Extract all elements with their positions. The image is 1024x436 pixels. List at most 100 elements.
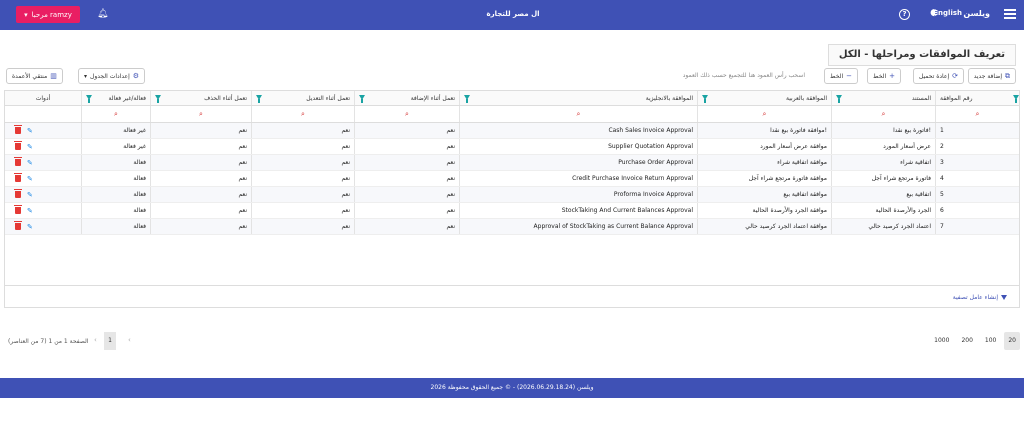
delete-icon[interactable] (14, 221, 22, 230)
row-tools: ✎ (5, 155, 81, 170)
row-tools: ✎ (5, 123, 81, 138)
line-minus-button[interactable]: الخط − (824, 68, 858, 84)
edit-icon[interactable]: ✎ (27, 171, 33, 186)
next-page-icon[interactable]: ‹ (128, 336, 131, 344)
search-icon[interactable]: ⌕ (935, 106, 1019, 122)
row-tools: ✎ (5, 203, 81, 218)
reload-button[interactable]: إعادة تحميل ⟳ (912, 68, 964, 84)
edit-icon[interactable]: ✎ (27, 155, 33, 170)
cell-doc: فاتورة بيع نقدا! (831, 123, 935, 138)
search-icon[interactable]: ⌕ (697, 106, 831, 122)
filter-icon[interactable] (256, 95, 262, 103)
table-row[interactable]: 1 فاتورة بيع نقدا! موافقة فاتورة بيع نقدا!… (5, 123, 1019, 139)
line-plus-button[interactable]: الخط + (867, 68, 901, 84)
header-num[interactable]: رقم الموافقة (935, 91, 1019, 105)
edit-icon[interactable]: ✎ (27, 203, 33, 218)
edit-icon[interactable]: ✎ (27, 139, 33, 154)
cell-add: نعم (354, 155, 459, 170)
header-add[interactable]: تعمل أثناء الإضافة (354, 91, 459, 105)
edit-icon[interactable]: ✎ (27, 123, 33, 138)
tools-filter-cell (5, 106, 81, 122)
table-row[interactable]: 2 عرض أسعار المورد موافقة عرض أسعار المورد… (5, 139, 1019, 155)
cell-ar: موافقة اتفاقية بيع (697, 187, 831, 202)
table-row[interactable]: 3 اتفاقية شراء موافقة اتفاقية شراء Purchase… (5, 155, 1019, 171)
table-row[interactable]: 4 فاتورة مرتجع شراء آجل موافقة فاتورة مرتج… (5, 171, 1019, 187)
delete-icon[interactable] (14, 141, 22, 150)
group-panel-hint: اسحب رأس العمود هنا للتجميع حسب ذلك العم… (682, 72, 805, 79)
cell-num: 4 (935, 171, 1019, 186)
search-icon[interactable]: ⌕ (354, 106, 459, 122)
cell-active: فعالة (81, 171, 150, 186)
filter-icon[interactable] (702, 95, 708, 103)
palette-icon[interactable]: ◐ (930, 8, 938, 18)
cell-en: Supplier Quotation Approval (459, 139, 697, 154)
chevron-down-icon: ▾ (24, 10, 28, 19)
search-icon[interactable]: ⌕ (251, 106, 354, 122)
filter-icon[interactable] (359, 95, 365, 103)
header-del[interactable]: تعمل أثناء الحذف (150, 91, 251, 105)
column-chooser-button[interactable]: منتقي الأعمدة ▥ (6, 68, 63, 84)
page-size-option[interactable]: 200 (957, 332, 976, 350)
page-size-option[interactable]: 1000 (930, 332, 953, 350)
prev-page-icon[interactable]: ‹ (94, 336, 97, 344)
delete-icon[interactable] (14, 205, 22, 214)
header-tools: أدوات (5, 91, 81, 105)
filter-icon[interactable] (155, 95, 161, 103)
footer: ويلسن (2026.06.29.18.24) - © جميع الحقوق… (0, 378, 1024, 398)
header-label: فعالة/غير فعالة (108, 95, 146, 102)
cell-del: نعم (150, 187, 251, 202)
page-number-button[interactable]: 1 (104, 332, 116, 350)
table-row[interactable]: 5 اتفاقية بيع موافقة اتفاقية بيع Proforma I… (5, 187, 1019, 203)
add-new-label: إضافة جديد (973, 72, 1002, 80)
filter-builder-link[interactable]: إنشاء عامل تصفية (953, 294, 1007, 301)
page-size-option[interactable]: 100 (981, 332, 1000, 350)
edit-icon[interactable]: ✎ (27, 219, 33, 234)
column-chooser-label: منتقي الأعمدة (12, 72, 48, 80)
add-new-button[interactable]: إضافة جديد ⧉ (967, 68, 1016, 84)
header-en[interactable]: الموافقة بالانجليزية (459, 91, 697, 105)
menu-icon[interactable] (1004, 7, 1016, 23)
help-icon[interactable]: ? (899, 9, 910, 20)
page-size-option[interactable]: 20 (1004, 332, 1020, 350)
cell-add: نعم (354, 219, 459, 234)
cell-add: نعم (354, 171, 459, 186)
table-row[interactable]: 6 الجرد والأرصدة الحالية موافقة الجرد والأ… (5, 203, 1019, 219)
delete-icon[interactable] (14, 157, 22, 166)
line-minus-label: الخط (830, 72, 844, 80)
filter-icon[interactable] (86, 95, 92, 103)
cell-active: غير فعالة (81, 123, 150, 138)
edit-icon[interactable]: ✎ (27, 187, 33, 202)
line-plus-label: الخط (873, 72, 887, 80)
plus-icon: + (889, 72, 895, 80)
cell-del: نعم (150, 203, 251, 218)
table-row[interactable]: 7 اعتماد الجرد كرصيد حالي موافقة اعتماد ال… (5, 219, 1019, 235)
top-navbar: ويلسن English ◐ ? ال مصر للتجارة 🔔︎ ▾ مر… (0, 0, 1024, 30)
header-doc[interactable]: المستند (831, 91, 935, 105)
pager: 1000 200 100 20 الصفحة 1 من 1 (7 من العناصر… (4, 332, 1020, 352)
filter-icon[interactable] (464, 95, 470, 103)
bell-icon[interactable]: 🔔︎ (97, 9, 108, 19)
delete-icon[interactable] (14, 125, 22, 134)
delete-icon[interactable] (14, 189, 22, 198)
cell-add: نعم (354, 139, 459, 154)
cell-doc: الجرد والأرصدة الحالية (831, 203, 935, 218)
user-menu-button[interactable]: ▾ مرحبا ramzy (16, 6, 80, 23)
search-icon[interactable]: ⌕ (150, 106, 251, 122)
filter-icon[interactable] (836, 95, 842, 103)
cell-num: 7 (935, 219, 1019, 234)
header-edit[interactable]: تعمل أثناء التعديل (251, 91, 354, 105)
search-icon[interactable]: ⌕ (81, 106, 150, 122)
table-settings-button[interactable]: ▾ إعدادات الجدول ⚙ (78, 68, 146, 84)
filter-builder-label: إنشاء عامل تصفية (952, 294, 998, 301)
cell-ar: موافقة الجرد والأرصدة الحالية (697, 203, 831, 218)
header-active[interactable]: فعالة/غير فعالة (81, 91, 150, 105)
header-ar[interactable]: الموافقة بالعربية (697, 91, 831, 105)
filter-icon[interactable] (1013, 95, 1019, 103)
cell-ar: موافقة اتفاقية شراء (697, 155, 831, 170)
cell-del: نعم (150, 123, 251, 138)
search-icon[interactable]: ⌕ (831, 106, 935, 122)
delete-icon[interactable] (14, 173, 22, 182)
cell-active: غير فعالة (81, 139, 150, 154)
cell-edit: نعم (251, 171, 354, 186)
search-icon[interactable]: ⌕ (459, 106, 697, 122)
